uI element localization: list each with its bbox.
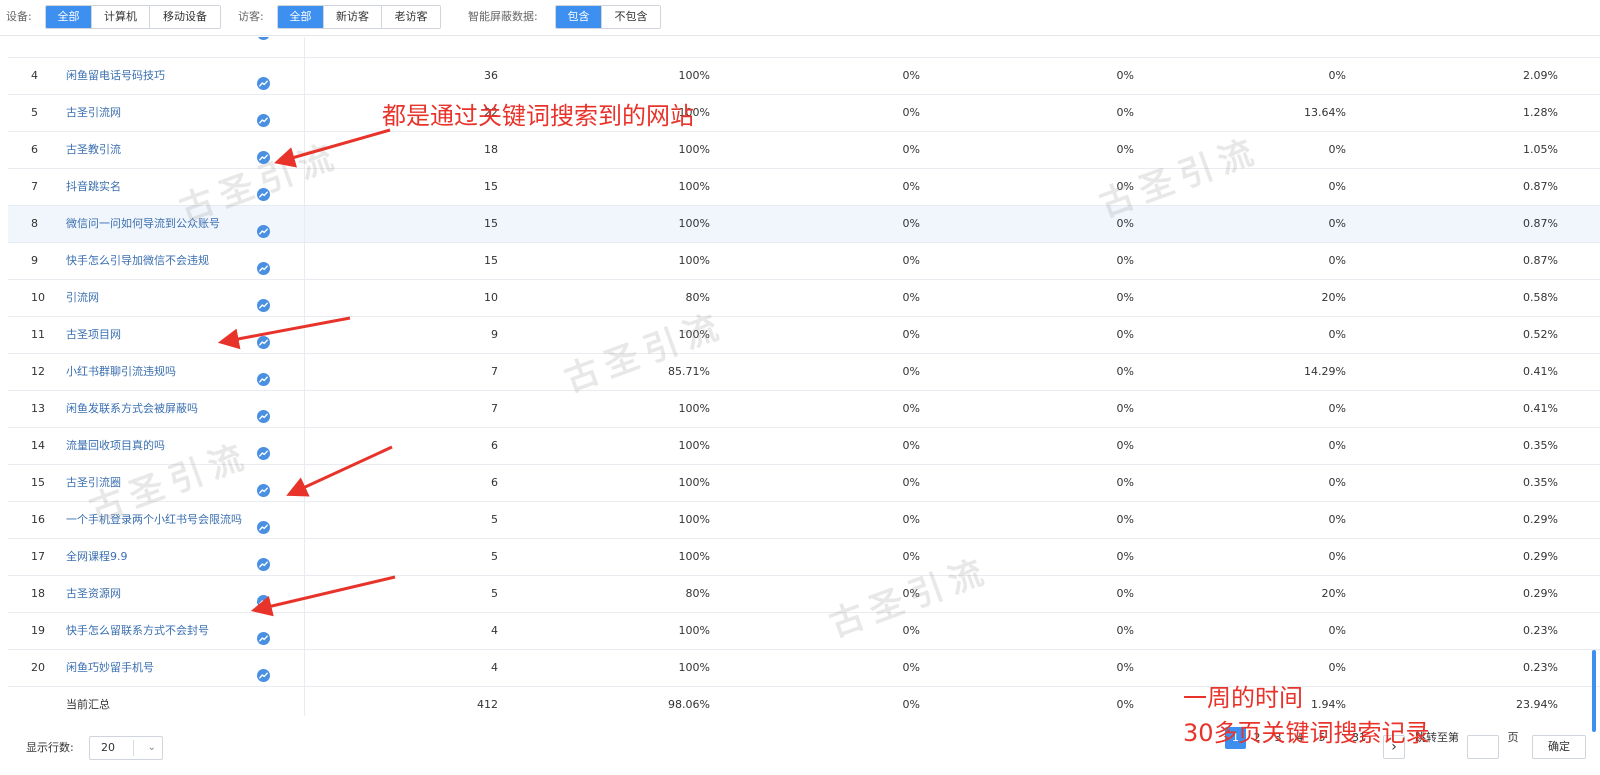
arrow-to-row-6 (273, 128, 391, 168)
annotation-one-week: 一周的时间 (1183, 684, 1303, 712)
arrow-to-row-11 (217, 316, 351, 350)
annotation-arrows (217, 128, 396, 617)
vertical-scrollbar[interactable] (1592, 650, 1596, 732)
arrow-to-row-15 (286, 445, 393, 497)
keyword-report-page: 设备: 全部 计算机 移动设备 访客: 全部 新访客 老访客 智能屏蔽数据: 包… (0, 0, 1600, 775)
annotation-30-pages: 30多页关键词搜索记录 (1183, 719, 1430, 747)
arrow-to-row-18 (250, 575, 396, 617)
annotation-keyword-sites: 都是通过关键词搜索到的网站 (382, 102, 694, 130)
